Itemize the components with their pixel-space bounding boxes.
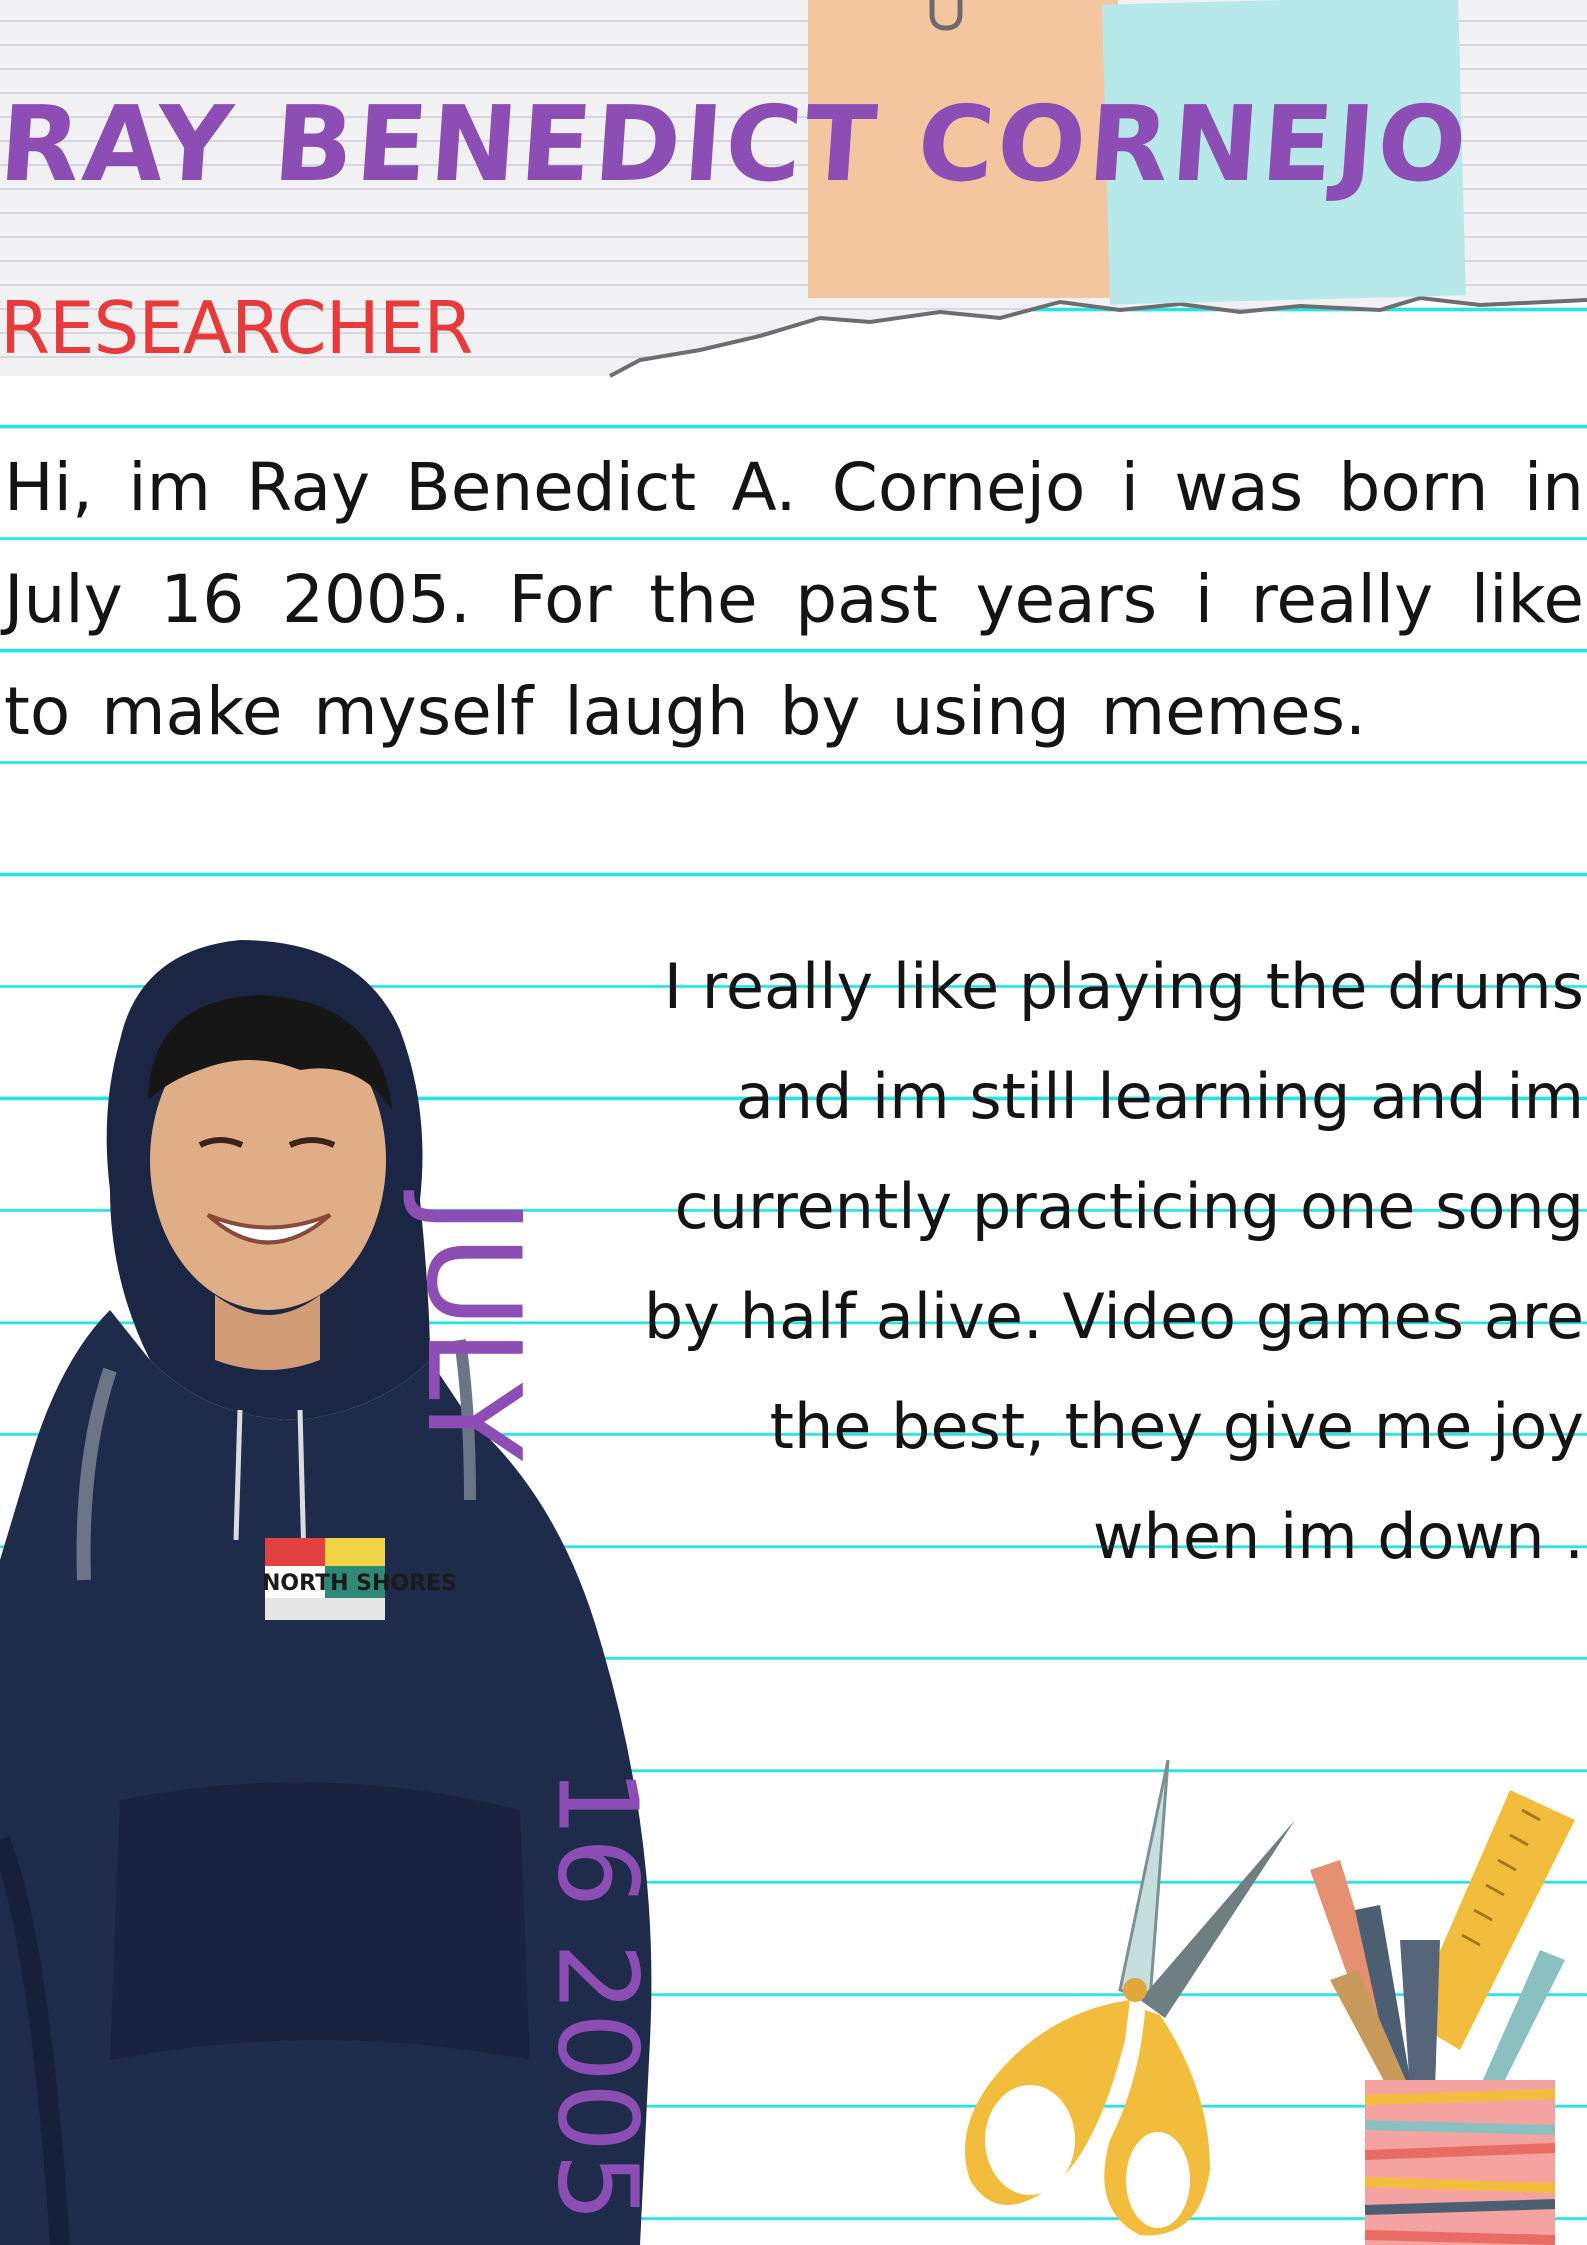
hobbies-paragraph: I really like playing the drums and im s… [643,950,1584,1573]
birth-day-year-label: 16 2005 [533,1767,662,2223]
birth-month-label: JULY [397,1197,547,1461]
shirt-print-text: NORTH SHORES [262,1571,457,1596]
pencil-cup-icon [1310,1790,1575,2245]
profile-page: Ray benedict Cornejo RESEARCHER Hi, im R… [0,0,1587,2245]
scissors-icon [965,1760,1295,2236]
intro-paragraph: Hi, im Ray Benedict A. Cornejo i was bor… [4,449,1584,750]
role-label: RESEARCHER [0,286,473,370]
page-title: Ray benedict Cornejo [0,83,1474,205]
paper-clip-icon [929,0,963,31]
